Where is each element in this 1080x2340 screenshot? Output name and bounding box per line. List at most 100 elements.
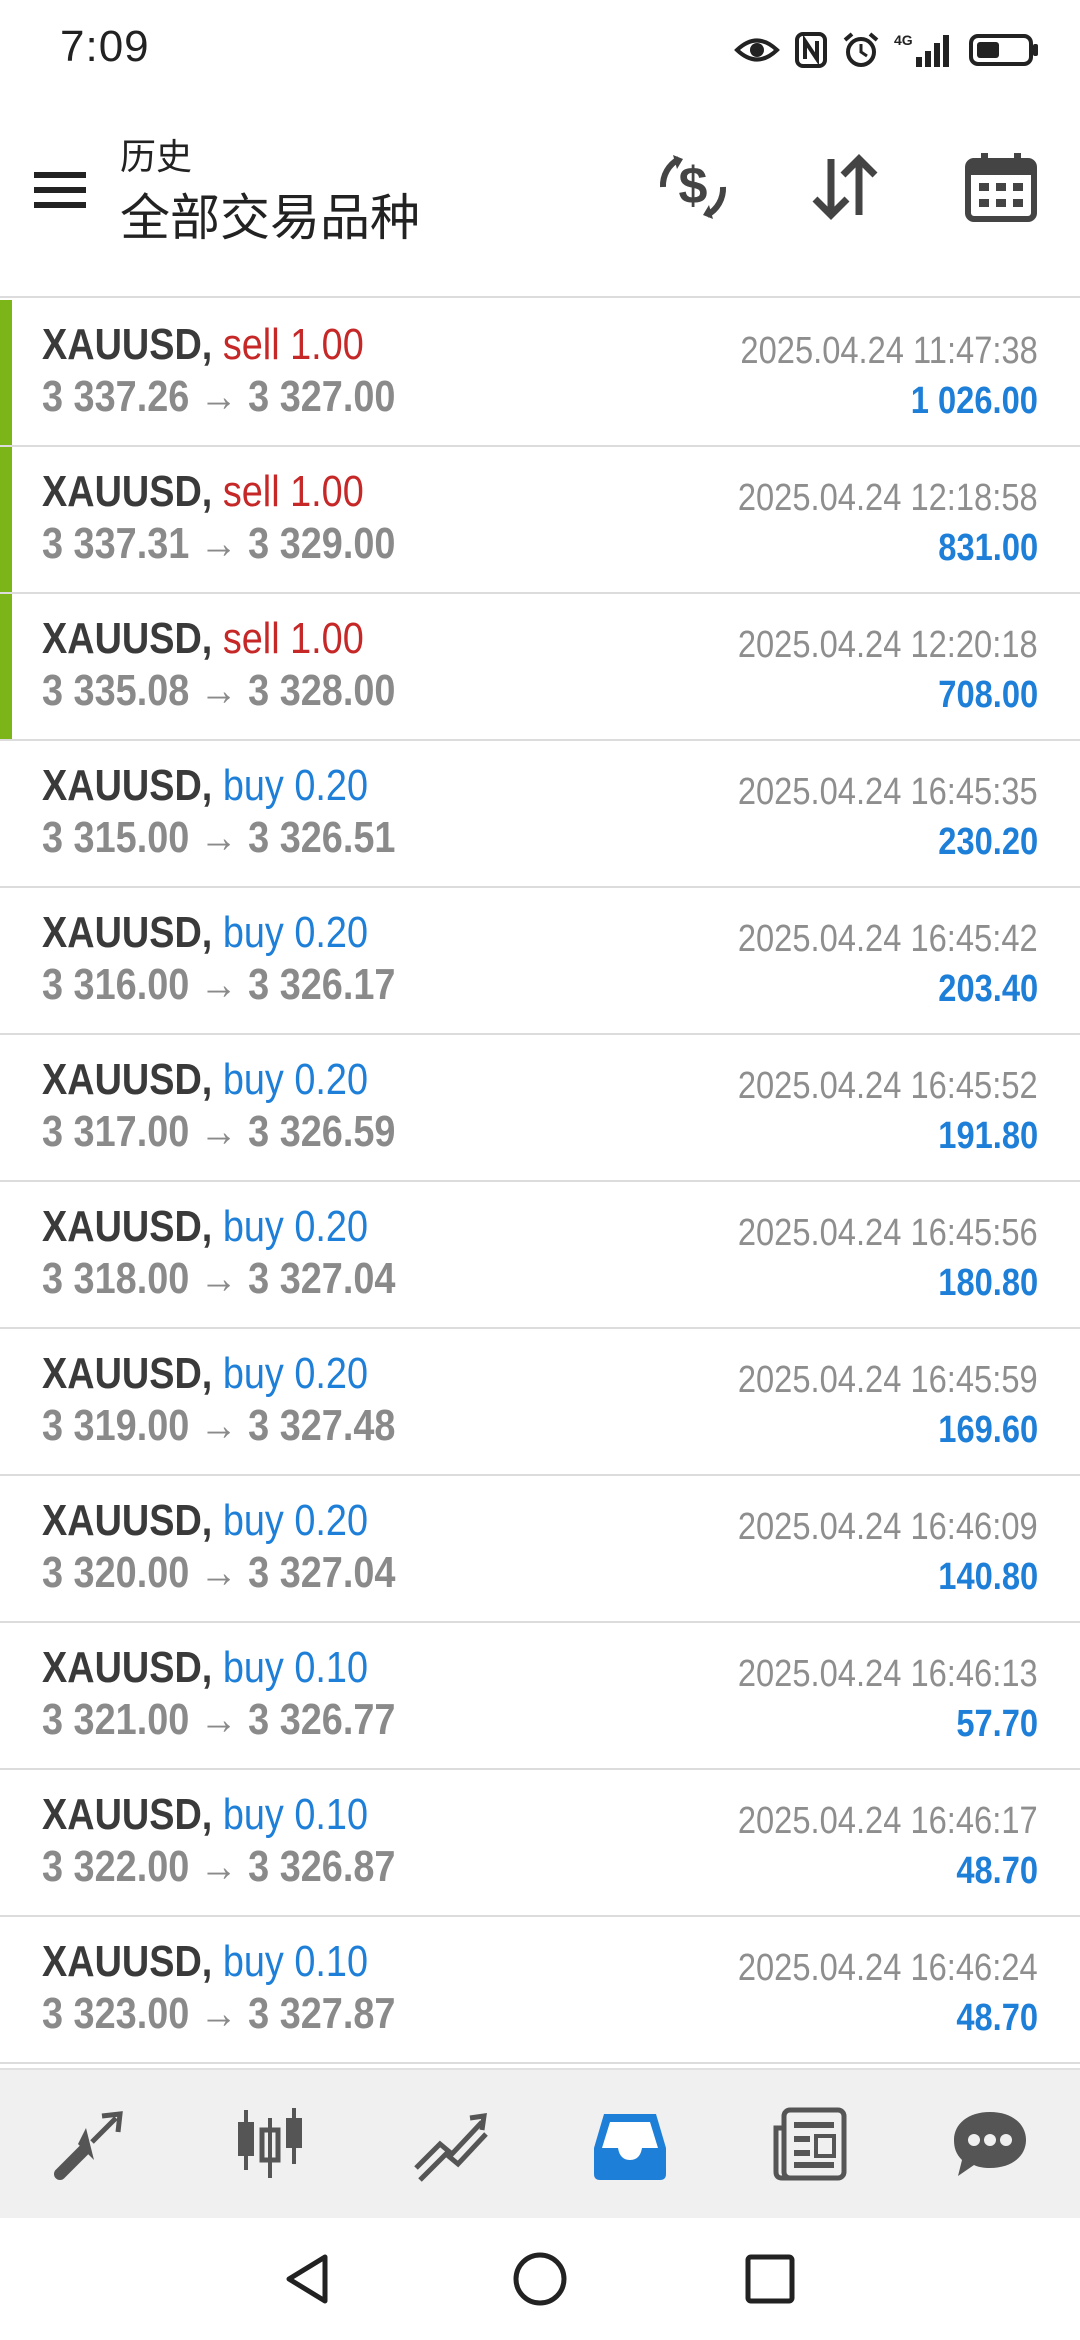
- battery-icon: [968, 31, 1040, 69]
- recents-icon: [745, 2254, 795, 2304]
- nfc-icon: [794, 31, 828, 69]
- trade-row[interactable]: XAUUSD, buy 0.20 3 315.00 → 3 326.51 2025.…: [0, 741, 1080, 888]
- system-nav-bar: [0, 2218, 1080, 2340]
- inbox-history-icon: [594, 2114, 666, 2180]
- trade-title: XAUUSD, buy 0.20: [42, 1349, 368, 1399]
- trade-direction: sell 1.00: [222, 614, 364, 663]
- trade-symbol: XAUUSD,: [42, 467, 213, 516]
- trade-row[interactable]: XAUUSD, sell 1.00 3 337.26 → 3 327.00 2025…: [0, 300, 1080, 447]
- trade-profit: 203.40: [938, 968, 1038, 1010]
- trade-prices: 3 323.00 → 3 327.87: [42, 1989, 396, 2038]
- tab-quotes[interactable]: [200, 2089, 340, 2199]
- trade-direction: buy 0.20: [222, 1055, 369, 1104]
- trade-title: XAUUSD, buy 0.20: [42, 1202, 368, 1252]
- trade-title: XAUUSD, buy 0.20: [42, 761, 368, 811]
- back-button[interactable]: [272, 2244, 342, 2314]
- trade-profit: 180.80: [938, 1262, 1038, 1304]
- trade-direction: sell 1.00: [222, 320, 364, 369]
- trade-title: XAUUSD, sell 1.00: [42, 614, 364, 664]
- trade-title: XAUUSD, buy 0.20: [42, 908, 368, 958]
- recents-button[interactable]: [735, 2244, 805, 2314]
- trade-time: 2025.04.24 12:20:18: [738, 624, 1038, 666]
- bottom-tab-bar: [0, 2068, 1080, 2218]
- sort-icon: [812, 154, 878, 220]
- trade-time: 2025.04.24 16:45:52: [738, 1065, 1038, 1107]
- trade-row[interactable]: XAUUSD, buy 0.20 3 319.00 → 3 327.48 2025.…: [0, 1329, 1080, 1476]
- trade-prices: 3 318.00 → 3 327.04: [42, 1254, 396, 1303]
- trade-title: XAUUSD, sell 1.00: [42, 320, 364, 370]
- trade-direction: buy 0.20: [222, 1349, 369, 1398]
- trade-title: XAUUSD, buy 0.20: [42, 1496, 368, 1546]
- trade-direction: buy 0.20: [222, 761, 369, 810]
- back-icon: [286, 2254, 328, 2304]
- candlestick-chart-icon: [238, 2108, 302, 2178]
- trade-row[interactable]: XAUUSD, buy 0.10 3 322.00 → 3 326.87 2025.…: [0, 1770, 1080, 1917]
- signal-icon: 4G: [894, 31, 954, 69]
- tab-history[interactable]: [560, 2089, 700, 2199]
- menu-icon: [34, 172, 86, 208]
- trade-direction: buy 0.20: [222, 908, 369, 957]
- trade-row[interactable]: XAUUSD, buy 0.20 3 318.00 → 3 327.04 2025.…: [0, 1182, 1080, 1329]
- trade-symbol: XAUUSD,: [42, 908, 213, 957]
- trade-profit: 1 026.00: [910, 380, 1038, 422]
- page-title[interactable]: 全部交易品种: [120, 178, 420, 250]
- trade-title: XAUUSD, sell 1.00: [42, 467, 364, 517]
- chat-bubble-icon: [954, 2112, 1026, 2176]
- trade-row[interactable]: XAUUSD, buy 0.20 3 320.00 → 3 327.04 2025.…: [0, 1476, 1080, 1623]
- trade-direction: buy 0.10: [222, 1790, 369, 1839]
- header-subtitle: 历史: [120, 136, 193, 177]
- trade-time: 2025.04.24 16:45:59: [738, 1359, 1038, 1401]
- trade-symbol: XAUUSD,: [42, 1055, 213, 1104]
- tab-news[interactable]: [740, 2089, 880, 2199]
- trade-prices: 3 319.00 → 3 327.48: [42, 1401, 396, 1450]
- svg-text:$: $: [679, 157, 708, 215]
- trade-prices: 3 317.00 → 3 326.59: [42, 1107, 396, 1156]
- trade-prices: 3 337.26 → 3 327.00: [42, 372, 396, 421]
- trade-time: 2025.04.24 16:46:09: [738, 1506, 1038, 1548]
- trade-time: 2025.04.24 16:45:56: [738, 1212, 1038, 1254]
- trade-direction: buy 0.10: [222, 1643, 369, 1692]
- menu-button[interactable]: [30, 160, 90, 220]
- trade-profit: 169.60: [938, 1409, 1038, 1451]
- trade-direction: buy 0.20: [222, 1496, 369, 1545]
- trade-arrows-icon: [54, 2111, 123, 2180]
- tab-trade[interactable]: [20, 2089, 160, 2199]
- trade-row[interactable]: XAUUSD, buy 0.10 3 323.00 → 3 327.87 2025.…: [0, 1917, 1080, 2064]
- trade-row[interactable]: XAUUSD, buy 0.10 3 321.00 → 3 326.77 2025.…: [0, 1623, 1080, 1770]
- trade-time: 2025.04.24 16:45:35: [738, 771, 1038, 813]
- trade-profit: 48.70: [956, 1850, 1038, 1892]
- calendar-button[interactable]: [956, 142, 1046, 232]
- trade-history-list: XAUUSD, sell 1.00 3 337.26 → 3 327.00 2025…: [0, 300, 1080, 2064]
- status-bar: 7:09 4G: [0, 0, 1080, 100]
- network-label: 4G: [894, 32, 913, 48]
- trade-symbol: XAUUSD,: [42, 1643, 213, 1692]
- trade-direction: sell 1.00: [222, 467, 364, 516]
- news-icon: [773, 2107, 847, 2181]
- trade-prices: 3 335.08 → 3 328.00: [42, 666, 396, 715]
- status-time: 7:09: [60, 22, 150, 71]
- trade-time: 2025.04.24 16:46:17: [738, 1800, 1038, 1842]
- trade-profit: 230.20: [938, 821, 1038, 863]
- trade-row[interactable]: XAUUSD, buy 0.20 3 316.00 → 3 326.17 2025.…: [0, 888, 1080, 1035]
- trade-title: XAUUSD, buy 0.10: [42, 1643, 368, 1693]
- calendar-icon: [965, 153, 1037, 222]
- tab-chart[interactable]: [380, 2089, 520, 2199]
- trade-row[interactable]: XAUUSD, sell 1.00 3 335.08 → 3 328.00 2025…: [0, 594, 1080, 741]
- trade-prices: 3 321.00 → 3 326.77: [42, 1695, 396, 1744]
- tab-chat[interactable]: [920, 2089, 1060, 2199]
- home-icon: [513, 2252, 567, 2306]
- app-header: 历史 全部交易品种 $: [0, 100, 1080, 298]
- trade-symbol: XAUUSD,: [42, 1937, 213, 1986]
- trade-profit: 140.80: [938, 1556, 1038, 1598]
- status-icons: 4G: [734, 28, 1040, 72]
- eye-icon: [734, 35, 780, 65]
- currency-exchange-button[interactable]: $: [648, 142, 738, 232]
- trade-symbol: XAUUSD,: [42, 1349, 213, 1398]
- trade-profit: 831.00: [938, 527, 1038, 569]
- trade-direction: buy 0.10: [222, 1937, 369, 1986]
- sort-button[interactable]: [800, 142, 890, 232]
- trade-row[interactable]: XAUUSD, buy 0.20 3 317.00 → 3 326.59 2025.…: [0, 1035, 1080, 1182]
- trade-row[interactable]: XAUUSD, sell 1.00 3 337.31 → 3 329.00 2025…: [0, 447, 1080, 594]
- alarm-icon: [842, 31, 880, 69]
- home-button[interactable]: [505, 2244, 575, 2314]
